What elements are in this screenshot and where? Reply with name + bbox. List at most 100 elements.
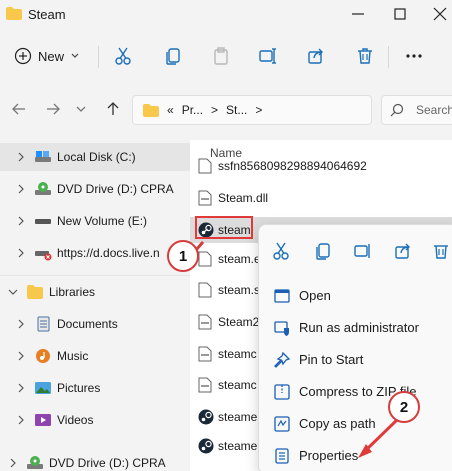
share-icon[interactable] xyxy=(393,241,413,261)
copy-path-icon xyxy=(274,416,290,432)
navigation-pane: Local Disk (C:) DVD Drive (D:) CPRA New … xyxy=(0,140,190,471)
recent-locations-icon[interactable] xyxy=(72,100,90,118)
file-name: steam.s xyxy=(218,283,261,297)
breadcrumb-item[interactable]: St... xyxy=(226,103,247,117)
rename-icon[interactable] xyxy=(258,46,278,66)
search-box[interactable]: Search xyxy=(381,95,452,125)
delete-icon[interactable] xyxy=(355,46,375,66)
sidebar-item-videos[interactable]: Videos xyxy=(0,406,190,434)
properties-icon xyxy=(275,448,289,464)
chevron-right-icon[interactable] xyxy=(16,184,26,194)
sidebar-item-label: https://d.docs.live.n xyxy=(57,246,160,260)
search-placeholder: Search xyxy=(416,103,452,117)
step-1-badge: 1 xyxy=(167,240,199,272)
dvd-icon xyxy=(27,456,43,469)
sidebar-item-label: Documents xyxy=(57,317,118,331)
forward-arrow-icon[interactable] xyxy=(44,100,62,118)
sidebar-item-dvd-drive[interactable]: DVD Drive (D:) CPRA xyxy=(0,175,190,203)
sidebar-item-label: Local Disk (C:) xyxy=(57,150,136,164)
sidebar-item-pictures[interactable]: Pictures xyxy=(0,374,190,402)
sidebar-item-music[interactable]: Music xyxy=(0,342,190,370)
close-icon[interactable] xyxy=(430,4,450,24)
title-bar: Steam xyxy=(0,0,452,30)
menu-item-run-as-admin[interactable]: Run as administrator xyxy=(259,312,452,344)
dll-icon xyxy=(198,377,212,393)
maximize-icon[interactable] xyxy=(390,4,410,24)
shield-icon xyxy=(274,321,289,336)
plus-circle-icon xyxy=(14,47,32,65)
sidebar-item-label: New Volume (E:) xyxy=(57,214,148,228)
menu-item-copy-as-path[interactable]: Copy as path xyxy=(259,408,452,440)
breadcrumb-separator[interactable]: > xyxy=(255,103,262,117)
sidebar-item-label: Libraries xyxy=(49,285,96,299)
cut-icon[interactable] xyxy=(271,241,291,261)
sidebar-item-network-drive[interactable]: https://d.docs.live.n xyxy=(0,239,190,267)
more-options-icon[interactable] xyxy=(404,46,424,66)
sidebar-item-label: Music xyxy=(57,349,89,363)
menu-item-properties[interactable]: Properties xyxy=(259,440,452,471)
chevron-right-icon[interactable] xyxy=(16,152,26,162)
file-row[interactable]: Steam.dll xyxy=(190,185,452,211)
copy-icon[interactable] xyxy=(313,241,333,261)
menu-item-label: Run as administrator xyxy=(299,320,419,335)
toolbar-divider xyxy=(388,46,389,68)
menu-item-label: Pin to Start xyxy=(299,352,364,367)
pin-icon xyxy=(274,351,291,368)
chevron-right-icon[interactable] xyxy=(16,383,26,393)
sidebar-item-label: Pictures xyxy=(57,381,101,395)
share-icon[interactable] xyxy=(306,46,326,66)
chevron-right-icon[interactable] xyxy=(16,415,26,425)
chevron-down-icon[interactable] xyxy=(8,287,18,297)
chevron-right-icon[interactable] xyxy=(16,319,26,329)
documents-icon xyxy=(37,316,50,332)
copy-icon[interactable] xyxy=(163,46,183,66)
new-button[interactable]: New xyxy=(14,44,80,68)
chevron-right-icon[interactable] xyxy=(16,351,26,361)
search-icon xyxy=(390,103,404,117)
toolbar-divider xyxy=(98,46,99,68)
menu-item-pin-to-start[interactable]: Pin to Start xyxy=(259,344,452,376)
network-drive-icon xyxy=(35,251,52,261)
menu-item-label: Properties xyxy=(299,448,359,463)
chevron-right-icon[interactable] xyxy=(16,216,26,226)
zip-icon xyxy=(274,384,290,400)
dll-icon xyxy=(198,314,212,330)
file-name: steame xyxy=(218,410,258,424)
back-arrow-icon[interactable] xyxy=(10,100,28,118)
cut-icon[interactable] xyxy=(113,46,133,66)
breadcrumb-overflow[interactable]: « xyxy=(167,103,174,117)
highlight-box xyxy=(195,216,253,239)
file-name: steame xyxy=(218,439,258,453)
up-arrow-icon[interactable] xyxy=(104,100,122,118)
file-name: Steam2 xyxy=(218,315,260,329)
dvd-icon xyxy=(35,182,51,195)
dll-icon xyxy=(198,346,212,362)
dll-icon xyxy=(198,190,212,206)
window-title: Steam xyxy=(28,7,66,22)
sidebar-item-label: DVD Drive (D:) CPRA xyxy=(49,456,166,470)
context-quick-actions xyxy=(259,225,452,277)
file-name: Steam.dll xyxy=(218,191,269,205)
sidebar-divider xyxy=(0,275,190,276)
breadcrumb-item[interactable]: Pr... xyxy=(182,103,203,117)
chevron-right-icon[interactable] xyxy=(8,458,18,468)
address-bar[interactable]: « Pr... > St... > xyxy=(132,95,372,125)
menu-item-open[interactable]: Open xyxy=(259,280,452,312)
sidebar-item-documents[interactable]: Documents xyxy=(0,310,190,338)
delete-icon[interactable] xyxy=(431,241,451,261)
chevron-right-icon[interactable] xyxy=(16,248,26,258)
rename-icon[interactable] xyxy=(353,241,373,261)
sidebar-item-dvd-drive-2[interactable]: DVD Drive (D:) CPRA xyxy=(0,449,190,471)
sidebar-item-libraries[interactable]: Libraries xyxy=(0,278,190,306)
file-name: ssfn8568098298894064692 xyxy=(218,159,367,173)
file-row[interactable]: ssfn8568098298894064692 xyxy=(190,153,452,179)
paste-icon xyxy=(214,47,228,65)
sidebar-item-label: DVD Drive (D:) CPRA xyxy=(57,182,174,196)
sidebar-item-local-disk[interactable]: Local Disk (C:) xyxy=(0,143,190,171)
command-bar: New xyxy=(0,34,452,78)
breadcrumb-separator[interactable]: > xyxy=(211,103,218,117)
menu-item-compress-zip[interactable]: Compress to ZIP file xyxy=(259,376,452,408)
minimize-icon[interactable] xyxy=(348,4,368,24)
sidebar-item-new-volume[interactable]: New Volume (E:) xyxy=(0,207,190,235)
file-icon xyxy=(198,158,212,174)
